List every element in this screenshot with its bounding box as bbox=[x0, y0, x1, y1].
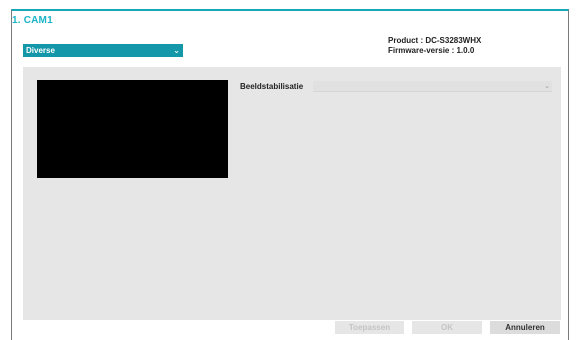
product-label: Product : DC-S3283WHX bbox=[388, 36, 482, 45]
camera-preview bbox=[37, 80, 228, 178]
chevron-down-icon: ⌄ bbox=[544, 83, 550, 90]
cancel-button[interactable]: Annuleren bbox=[490, 321, 560, 334]
device-info: Product : DC-S3283WHX Firmware-versie : … bbox=[388, 36, 481, 56]
firmware-label: Firmware-versie : 1.0.0 bbox=[388, 46, 475, 55]
settings-category-dropdown[interactable]: Diverse ⌄ bbox=[23, 44, 183, 57]
ok-button[interactable]: OK bbox=[412, 321, 482, 334]
image-stabilization-select[interactable]: ⌄ bbox=[313, 81, 552, 92]
camera-title: 1. CAM1 bbox=[12, 15, 53, 26]
image-stabilization-label: Beeldstabilisatie bbox=[240, 82, 304, 91]
dropdown-selected-label: Diverse bbox=[26, 46, 55, 55]
chevron-down-icon: ⌄ bbox=[173, 46, 180, 55]
apply-button[interactable]: Toepassen bbox=[335, 321, 404, 334]
